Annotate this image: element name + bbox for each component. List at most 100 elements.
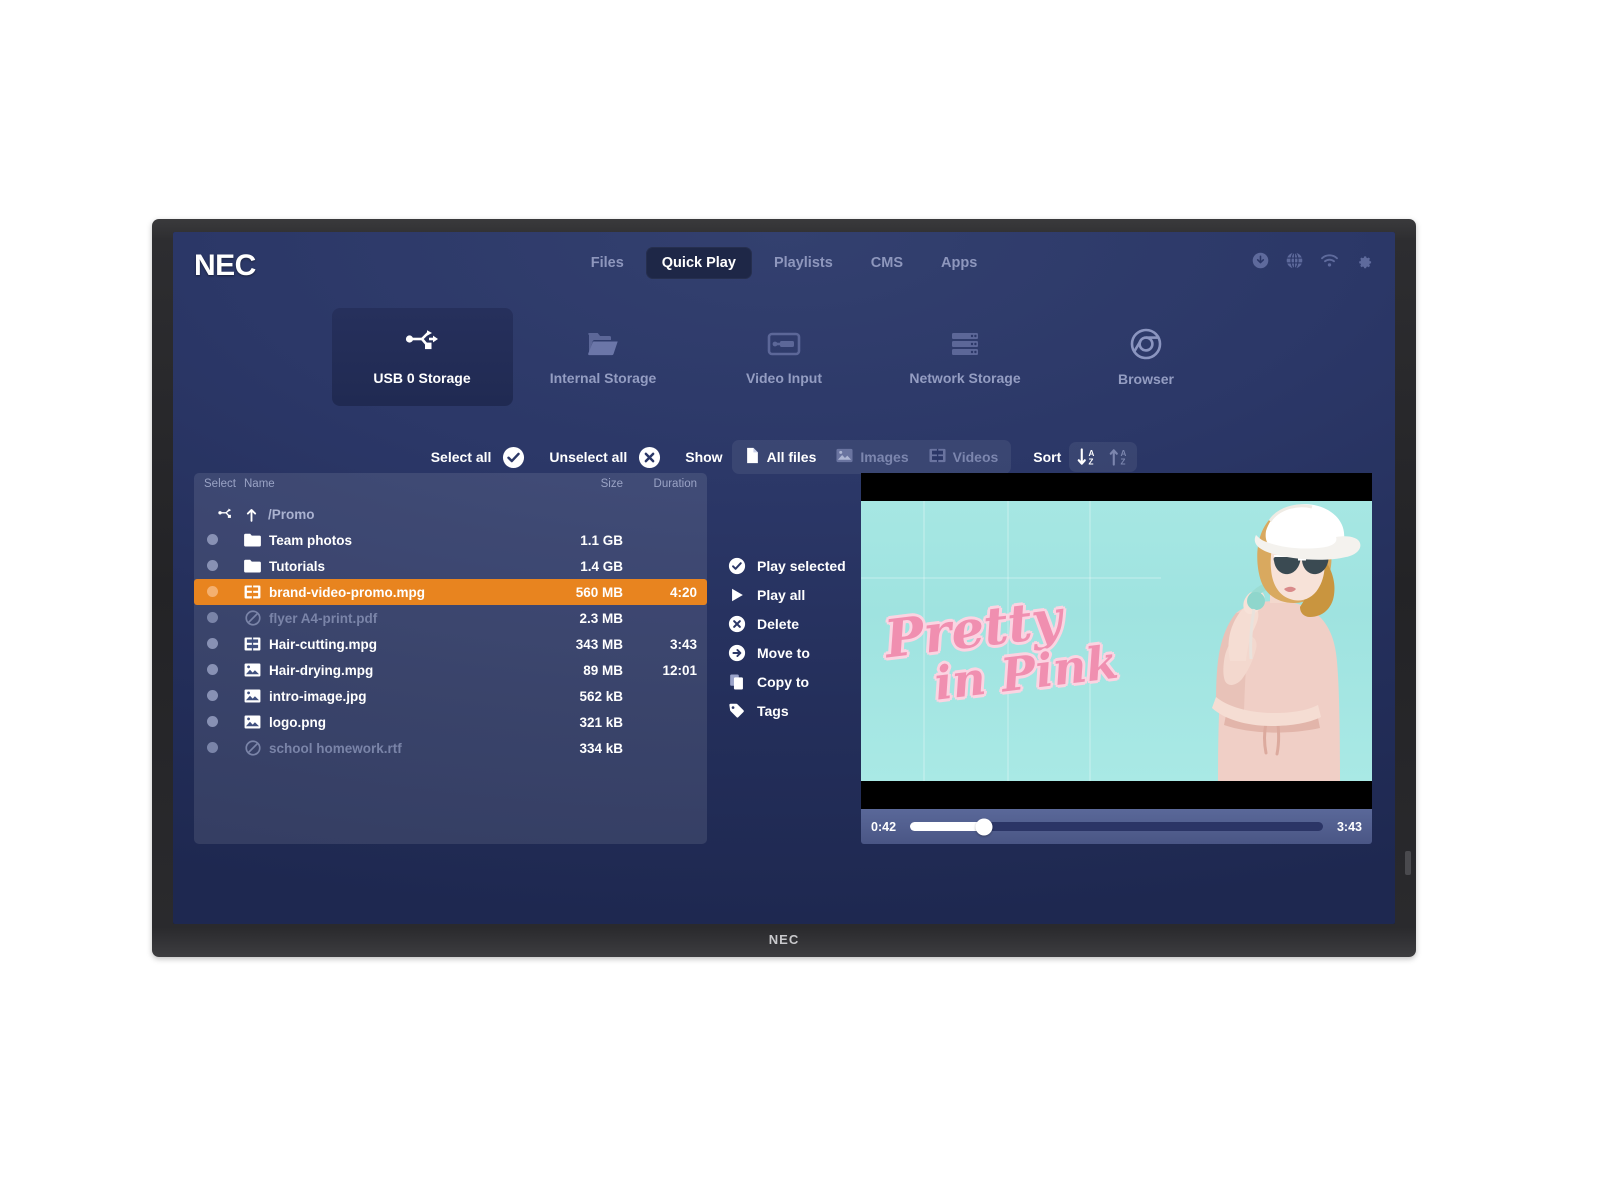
filter-videos[interactable]: Videos	[919, 444, 1009, 470]
top-bar: NEC Files Quick Play Playlists CMS Apps	[173, 232, 1395, 294]
select-all-button[interactable]	[500, 444, 527, 471]
table-row[interactable]: intro-image.jpg 562 kB	[194, 683, 707, 709]
action-label: Play selected	[757, 558, 846, 574]
unselect-all-button[interactable]	[636, 444, 663, 471]
action-play-all[interactable]: Play all	[728, 586, 846, 604]
table-row[interactable]: Hair-cutting.mpg 343 MB 3:43	[194, 631, 707, 657]
source-tab-browser[interactable]: Browser	[1056, 308, 1237, 406]
table-row-selected[interactable]: brand-video-promo.mpg 560 MB 4:20	[194, 579, 707, 605]
file-name: Team photos	[269, 532, 353, 548]
unselect-all-label: Unselect all	[549, 449, 628, 465]
source-tab-internal-storage[interactable]: Internal Storage	[513, 308, 694, 406]
action-move-to[interactable]: Move to	[728, 644, 846, 662]
nav-item-cms[interactable]: CMS	[855, 247, 919, 279]
row-select-dot[interactable]	[207, 715, 218, 727]
column-header-duration: Duration	[653, 478, 697, 490]
table-row[interactable]: Team photos 1.1 GB	[194, 527, 707, 553]
action-label: Move to	[757, 645, 810, 661]
source-tab-label: Browser	[1117, 370, 1175, 387]
download-icon[interactable]	[1252, 252, 1269, 269]
action-label: Delete	[757, 616, 800, 632]
table-row[interactable]: Tutorials 1.4 GB	[194, 553, 707, 579]
file-duration: 4:20	[669, 584, 697, 600]
sort-descending-button[interactable]: A Z	[1071, 444, 1103, 470]
poster-line-2: in Pink	[931, 635, 1122, 712]
action-play-selected[interactable]: Play selected	[728, 557, 846, 575]
row-select-dot	[207, 741, 218, 753]
file-size: 1.4 GB	[580, 558, 623, 574]
seek-bar-fill	[910, 822, 985, 831]
folder-icon	[244, 533, 261, 548]
chrome-icon	[1130, 328, 1162, 360]
nav-item-apps[interactable]: Apps	[925, 247, 993, 279]
image-icon	[244, 663, 261, 678]
svg-text:Z: Z	[1088, 458, 1093, 467]
action-delete[interactable]: Delete	[728, 615, 846, 633]
file-name: school homework.rtf	[269, 740, 402, 756]
file-name: Hair-cutting.mpg	[269, 636, 377, 652]
source-tab-network-storage[interactable]: Network Storage	[875, 308, 1056, 406]
source-tab-video-input[interactable]: Video Input	[694, 308, 875, 406]
breadcrumb-path: /Promo	[268, 506, 315, 522]
svg-text:Z: Z	[1120, 458, 1125, 467]
blocked-icon	[244, 610, 261, 626]
file-size: 2.3 MB	[579, 610, 623, 626]
file-name: Tutorials	[269, 558, 326, 574]
row-select-dot[interactable]	[207, 585, 218, 597]
seek-bar-handle[interactable]	[975, 818, 993, 835]
breadcrumb-up-row[interactable]: /Promo	[194, 501, 707, 527]
show-label: Show	[685, 449, 723, 465]
action-menu: Play selected Play all Delete Move to Co…	[728, 557, 846, 720]
table-row[interactable]: logo.png 321 kB	[194, 709, 707, 735]
filter-all-files[interactable]: All files	[735, 443, 827, 471]
file-name: logo.png	[269, 714, 326, 730]
current-time-label: 0:42	[871, 819, 897, 834]
usb-small-icon	[218, 507, 235, 522]
table-row[interactable]: Hair-drying.mpg 89 MB 12:01	[194, 657, 707, 683]
file-size: 1.1 GB	[580, 532, 623, 548]
image-icon	[244, 689, 261, 704]
arrow-circle-icon	[728, 644, 746, 662]
video-input-icon	[767, 329, 801, 359]
sort-ascending-button[interactable]: A Z	[1103, 444, 1135, 470]
select-all-label: Select all	[430, 449, 492, 465]
file-duration: 12:01	[662, 662, 697, 678]
folder-open-icon	[586, 329, 620, 359]
total-time-label: 3:43	[1336, 819, 1362, 834]
player-controls: 0:42 3:43	[861, 809, 1372, 844]
globe-icon[interactable]	[1286, 252, 1303, 269]
action-tags[interactable]: Tags	[728, 702, 846, 720]
row-select-dot[interactable]	[207, 637, 218, 649]
filter-label: Images	[860, 449, 909, 465]
row-select-dot[interactable]	[207, 663, 218, 675]
image-icon	[244, 715, 261, 730]
file-list-header: Select Name Size Duration	[194, 473, 707, 495]
source-tab-label: Network Storage	[909, 369, 1021, 386]
x-circle-icon	[728, 615, 746, 633]
file-duration: 3:43	[669, 636, 697, 652]
filter-images[interactable]: Images	[826, 444, 918, 470]
action-label: Tags	[757, 703, 789, 719]
main-navigation: Files Quick Play Playlists CMS Apps	[173, 247, 1395, 279]
nav-item-playlists[interactable]: Playlists	[758, 247, 849, 279]
video-preview[interactable]: Pretty in Pink	[861, 473, 1372, 809]
row-select-dot[interactable]	[207, 689, 218, 701]
gear-icon[interactable]	[1356, 252, 1373, 269]
source-tab-label: Internal Storage	[549, 369, 657, 386]
nav-item-files[interactable]: Files	[575, 247, 640, 279]
row-select-dot[interactable]	[207, 559, 218, 571]
column-header-name: Name	[244, 478, 275, 490]
arrow-up-icon	[243, 507, 260, 522]
row-select-dot	[207, 611, 218, 623]
wifi-icon[interactable]	[1320, 253, 1339, 268]
tag-icon	[728, 702, 746, 720]
action-copy-to[interactable]: Copy to	[728, 673, 846, 691]
file-list[interactable]: Select Name Size Duration /Promo Team ph…	[194, 473, 707, 844]
nav-item-quick-play[interactable]: Quick Play	[645, 247, 752, 279]
folder-icon	[244, 559, 261, 574]
row-select-dot[interactable]	[207, 533, 218, 545]
source-tab-label: Video Input	[746, 369, 822, 386]
seek-bar[interactable]	[910, 818, 1323, 835]
source-tab-usb-0-storage[interactable]: USB 0 Storage	[331, 308, 513, 406]
video-player: Pretty in Pink 0:42 3:43	[861, 473, 1372, 844]
